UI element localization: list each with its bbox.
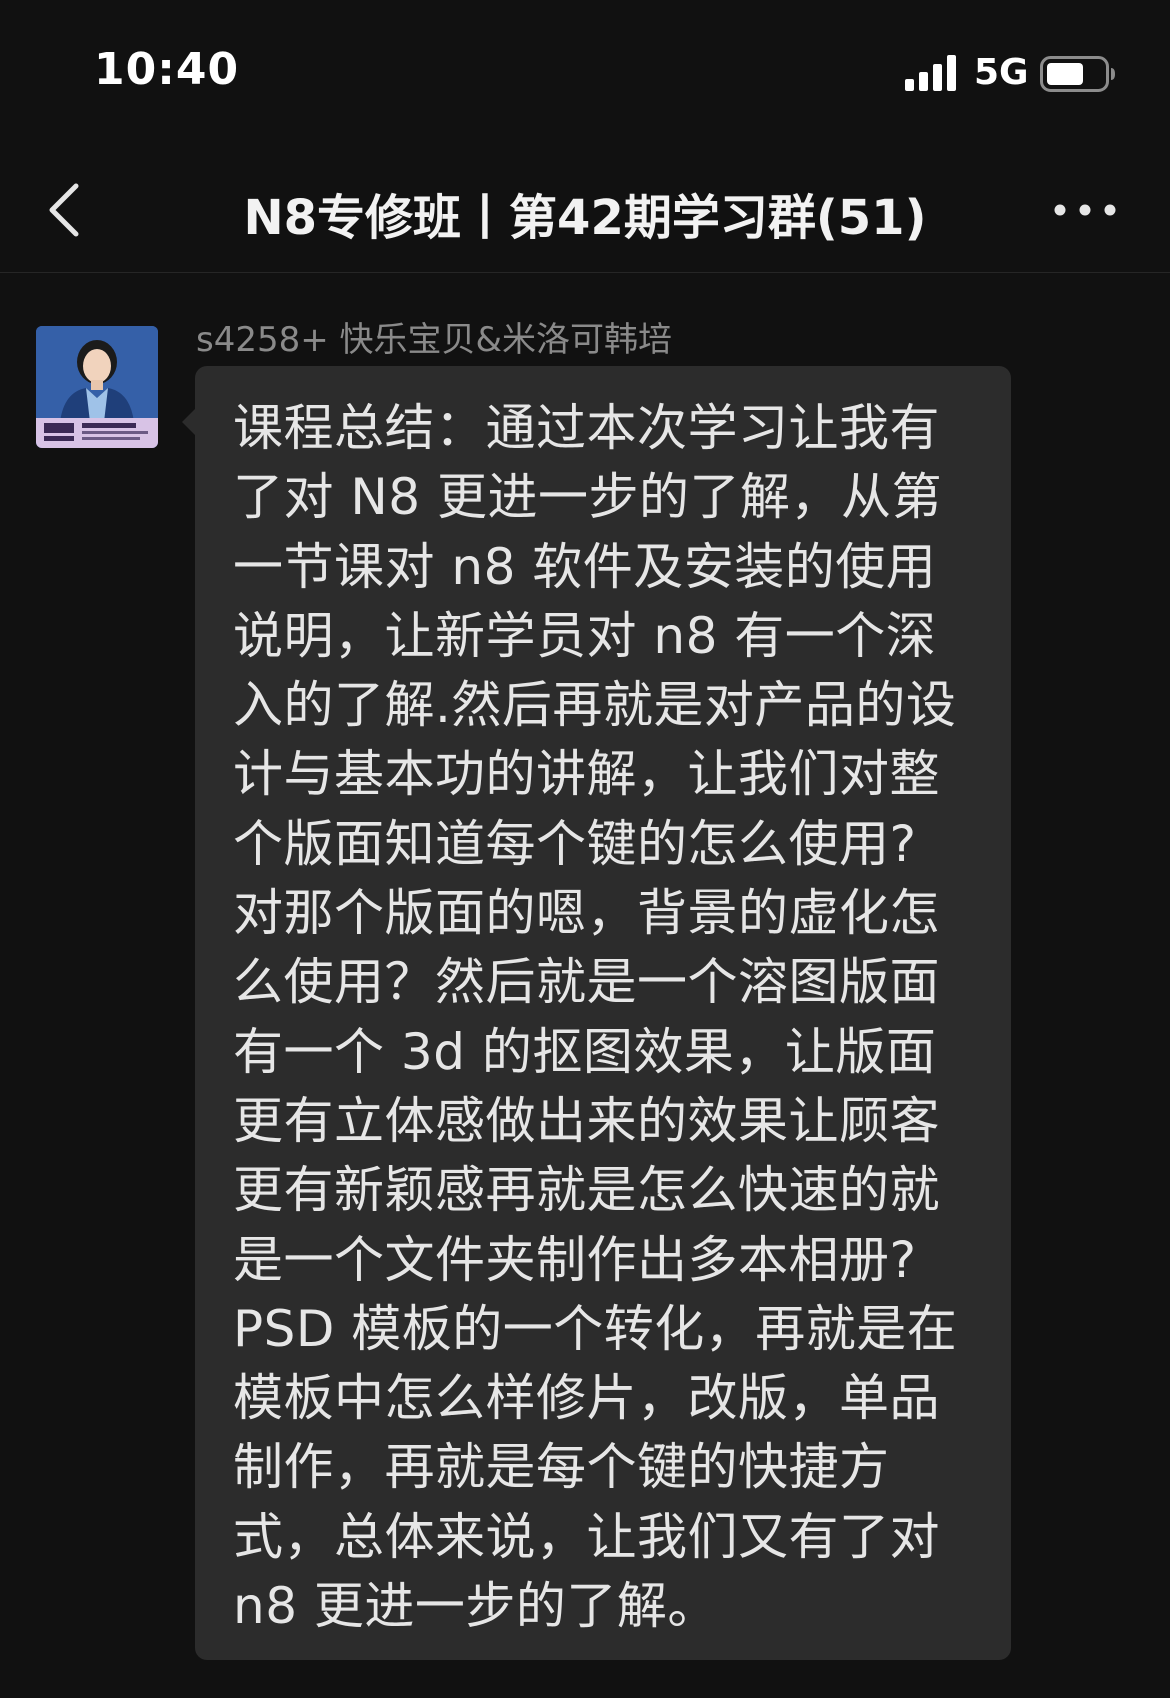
message-line: n8 更进一步的了解。 <box>233 1577 718 1636</box>
status-time: 10:40 <box>94 44 240 95</box>
bubble-tail <box>182 408 196 436</box>
message-line: 对那个版面的嗯，背景的虚化怎 <box>233 884 940 943</box>
status-bar: 10:40 5G <box>0 0 1170 150</box>
message-line: 更有新颖感再就是怎么快速的就 <box>233 1161 940 1220</box>
network-label: 5G <box>974 52 1029 93</box>
message-line: 式，总体来说，让我们又有了对 <box>233 1507 940 1566</box>
message-line: 个版面知道每个键的怎么使用? <box>233 814 917 873</box>
avatar[interactable] <box>36 326 158 448</box>
message-line: 制作，再就是每个键的快捷方 <box>233 1438 890 1497</box>
more-icon[interactable] <box>1050 190 1120 230</box>
message-line: 有一个 3d 的抠图效果，让版面 <box>233 1022 937 1081</box>
message-bubble[interactable]: 课程总结：通过本次学习让我有 了对 N8 更进一步的了解，从第 一节课对 n8 … <box>195 366 1011 1660</box>
message-line: 说明，让新学员对 n8 有一个深 <box>233 606 937 665</box>
signal-icon <box>905 55 956 91</box>
message-line: 一节课对 n8 软件及安装的使用 <box>233 537 937 596</box>
battery-icon <box>1040 56 1115 92</box>
sender-name: s4258+ 快乐宝贝&米洛可韩培 <box>196 320 673 360</box>
message-line: 是一个文件夹制作出多本相册? <box>233 1230 917 1289</box>
message-line: 模板中怎么样修片，改版，单品 <box>233 1369 940 1428</box>
back-icon[interactable] <box>40 178 96 242</box>
chat-title: N8专修班丨第42期学习群(51) <box>243 190 927 246</box>
message-line: 么使用？然后就是一个溶图版面 <box>233 953 940 1012</box>
message-line: 更有立体感做出来的效果让顾客 <box>233 1091 940 1150</box>
nav-bar: N8专修班丨第42期学习群(51) <box>0 150 1170 273</box>
message-line: PSD 模板的一个转化，再就是在 <box>233 1299 958 1358</box>
message-line: 了对 N8 更进一步的了解，从第 <box>233 468 943 527</box>
message-line: 计与基本功的讲解，让我们对整 <box>233 745 940 804</box>
message-line: 课程总结：通过本次学习让我有 <box>233 399 940 457</box>
message-line: 入的了解.然后再就是对产品的设 <box>233 676 957 735</box>
